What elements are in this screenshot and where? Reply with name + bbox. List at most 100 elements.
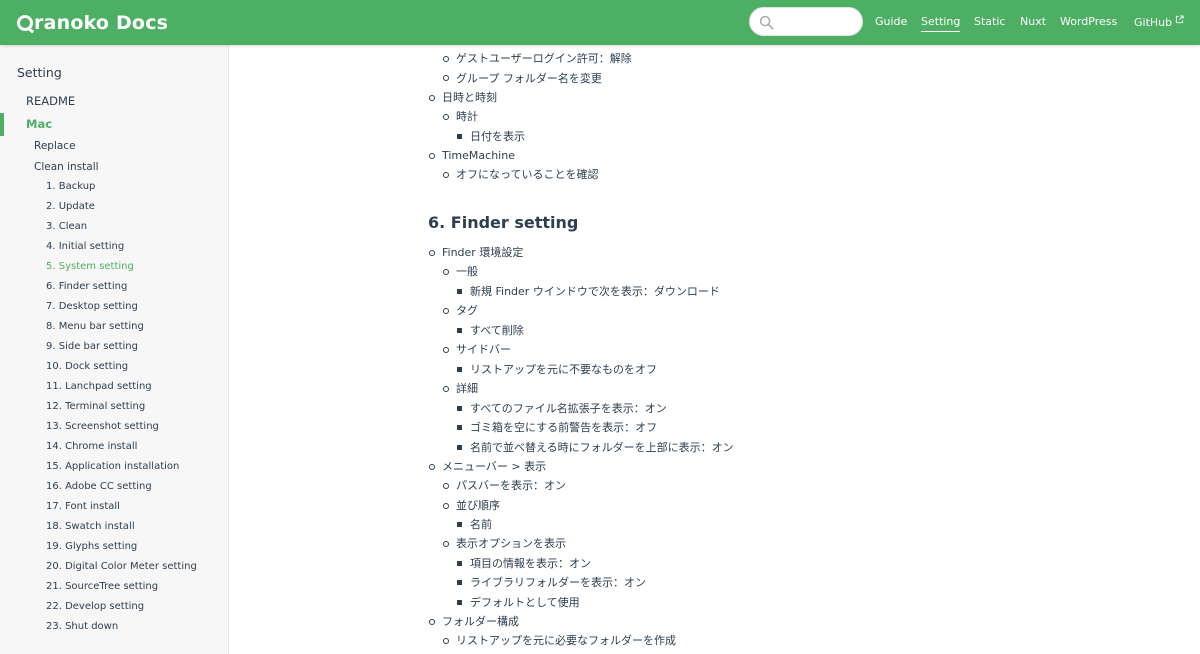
external-link-icon xyxy=(1176,15,1184,24)
list-item-text: ゲストユーザーログイン許可：解除 xyxy=(456,52,632,65)
sidebar-item-readme[interactable]: README xyxy=(26,94,75,108)
sidebar-step-glyphs-setting[interactable]: 19. Glyphs setting xyxy=(46,540,137,554)
square-bullet-icon xyxy=(457,580,462,585)
sidebar-step-side-bar-setting[interactable]: 9. Side bar setting xyxy=(46,340,138,354)
sidebar-step-chrome-install[interactable]: 14. Chrome install xyxy=(46,440,137,454)
nav-link-github[interactable]: GitHub xyxy=(1134,15,1184,30)
sidebar-item-mac[interactable]: Mac xyxy=(26,117,52,131)
section-title: 6. Finder setting xyxy=(428,213,579,232)
circle-bullet-icon xyxy=(443,483,449,489)
list-item-text: 日時と時刻 xyxy=(442,91,497,104)
list-item-text: 並び順序 xyxy=(456,499,500,512)
square-bullet-icon xyxy=(457,289,462,294)
circle-bullet-icon xyxy=(443,541,449,547)
list-item-text: 名前で並べ替える時にフォルダーを上部に表示：オン xyxy=(470,441,734,454)
sidebar-step-finder-setting[interactable]: 6. Finder setting xyxy=(46,280,127,294)
nav-link-setting[interactable]: Setting xyxy=(921,15,961,32)
main-content: ゲストユーザーログイン許可：解除 グループ フォルダー名を変更 日時と時刻 時計… xyxy=(229,45,1200,654)
sidebar-step-screenshot-setting[interactable]: 13. Screenshot setting xyxy=(46,420,159,434)
list-item-text: パスバーを表示：オン xyxy=(456,479,566,492)
list-item-text: フォルダー構成 xyxy=(442,615,519,628)
list-item-text: TimeMachine xyxy=(442,149,515,162)
sidebar-step-initial-setting[interactable]: 4. Initial setting xyxy=(46,240,124,254)
circle-bullet-icon xyxy=(443,114,449,120)
square-bullet-icon xyxy=(457,367,462,372)
list-item-text: 時計 xyxy=(456,110,478,123)
square-bullet-icon xyxy=(457,134,462,139)
list-item-text: Finder 環境設定 xyxy=(442,246,524,259)
list-item-text: 項目の情報を表示：オン xyxy=(470,557,591,570)
sidebar-step-shut-down[interactable]: 23. Shut down xyxy=(46,620,118,634)
search-input[interactable] xyxy=(778,12,858,32)
nav-link-nuxt[interactable]: Nuxt xyxy=(1020,15,1046,29)
circle-bullet-icon xyxy=(443,75,449,81)
sidebar-step-system-setting[interactable]: 5. System setting xyxy=(46,260,134,274)
circle-bullet-icon xyxy=(443,308,449,314)
sidebar-step-menu-bar-setting[interactable]: 8. Menu bar setting xyxy=(46,320,144,334)
circle-bullet-icon xyxy=(443,347,449,353)
list-item-text: すべて削除 xyxy=(470,324,524,337)
sidebar-step-clean[interactable]: 3. Clean xyxy=(46,220,87,234)
list-item-text: ライブラリフォルダーを表示：オン xyxy=(470,576,646,589)
list-item-text: サイドバー xyxy=(456,343,511,356)
square-bullet-icon xyxy=(457,425,462,430)
sidebar-step-update[interactable]: 2. Update xyxy=(46,200,95,214)
sidebar-item-clean-install[interactable]: Clean install xyxy=(34,160,99,174)
circle-bullet-icon xyxy=(429,95,435,101)
circle-bullet-icon xyxy=(443,56,449,62)
sidebar-step-develop-setting[interactable]: 22. Develop setting xyxy=(46,600,144,614)
sidebar-step-dock-setting[interactable]: 10. Dock setting xyxy=(46,360,128,374)
square-bullet-icon xyxy=(457,522,462,527)
nav-link-wordpress[interactable]: WordPress xyxy=(1060,15,1117,29)
square-bullet-icon xyxy=(457,561,462,566)
sidebar-step-adobe-cc-setting[interactable]: 16. Adobe CC setting xyxy=(46,480,152,494)
sidebar-step-terminal-setting[interactable]: 12. Terminal setting xyxy=(46,400,145,414)
list-item-text: 詳細 xyxy=(456,382,478,395)
list-item-text: メニューバー > 表示 xyxy=(442,460,547,473)
sidebar-step-desktop-setting[interactable]: 7. Desktop setting xyxy=(46,300,138,314)
list-item-text: リストアップを元に必要なフォルダーを作成 xyxy=(456,634,676,647)
search-icon xyxy=(759,15,774,30)
sidebar-step-application-installation[interactable]: 15. Application installation xyxy=(46,460,179,474)
list-item-text: タグ xyxy=(456,304,478,317)
sidebar-active-indicator xyxy=(0,113,4,136)
circle-bullet-icon xyxy=(429,250,435,256)
brand-logo[interactable]: ranoko Docs xyxy=(17,10,168,36)
list-item-text: 表示オプションを表示 xyxy=(456,537,566,550)
search-box[interactable] xyxy=(749,7,863,36)
circle-bullet-icon xyxy=(443,172,449,178)
sidebar-step-backup[interactable]: 1. Backup xyxy=(46,180,95,194)
nav-link-guide[interactable]: Guide xyxy=(875,15,907,29)
circle-bullet-icon xyxy=(443,503,449,509)
list-item-text: ゴミ箱を空にする前警告を表示：オフ xyxy=(470,421,658,434)
sidebar-item-replace[interactable]: Replace xyxy=(34,139,76,153)
list-item-text: リストアップを元に不要なものをオフ xyxy=(470,363,657,376)
sidebar-heading: Setting xyxy=(17,65,62,80)
square-bullet-icon xyxy=(457,445,462,450)
sidebar-step-swatch-install[interactable]: 18. Swatch install xyxy=(46,520,135,534)
circle-bullet-icon xyxy=(429,464,435,470)
circle-bullet-icon xyxy=(443,638,449,644)
list-item-text: オフになっていることを確認 xyxy=(456,168,599,181)
circle-bullet-icon xyxy=(443,269,449,275)
nav-link-static[interactable]: Static xyxy=(974,15,1005,29)
list-item-text: 日付を表示 xyxy=(470,130,525,143)
list-item-text: デフォルトとして使用 xyxy=(470,596,580,609)
sidebar-step-digital-color-meter-setting[interactable]: 20. Digital Color Meter setting xyxy=(46,560,197,574)
list-item-text: すべてのファイル名拡張子を表示：オン xyxy=(470,402,667,415)
brand-q-mark-icon xyxy=(17,15,33,31)
sidebar: Setting README Mac Replace Clean install… xyxy=(0,45,229,654)
brand-name: ranoko Docs xyxy=(34,12,169,34)
top-navbar: ranoko Docs Guide Setting Static Nuxt Wo… xyxy=(0,0,1200,45)
list-item-text: 名前 xyxy=(470,518,492,531)
square-bullet-icon xyxy=(457,328,462,333)
circle-bullet-icon xyxy=(429,619,435,625)
list-item-text: 一般 xyxy=(456,265,478,278)
sidebar-step-lanchpad-setting[interactable]: 11. Lanchpad setting xyxy=(46,380,152,394)
nav-link-github-label: GitHub xyxy=(1134,16,1173,29)
square-bullet-icon xyxy=(457,600,462,605)
sidebar-step-sourcetree-setting[interactable]: 21. SourceTree setting xyxy=(46,580,158,594)
square-bullet-icon xyxy=(457,406,462,411)
list-item-text: グループ フォルダー名を変更 xyxy=(456,72,602,85)
sidebar-step-font-install[interactable]: 17. Font install xyxy=(46,500,120,514)
